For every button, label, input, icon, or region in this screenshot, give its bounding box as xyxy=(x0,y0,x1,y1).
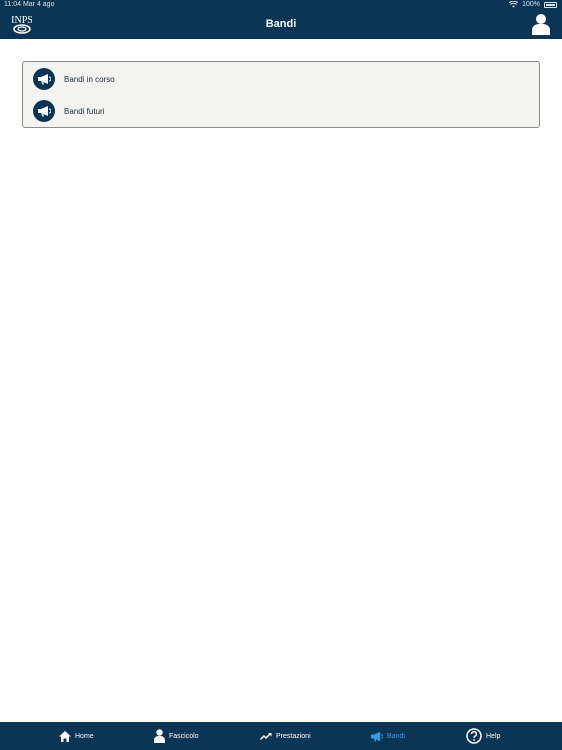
user-button[interactable] xyxy=(532,13,550,35)
page-title: Bandi xyxy=(265,18,297,30)
menu-item-label: Bandi futuri xyxy=(64,106,105,116)
tab-label: Fascicolo xyxy=(169,732,199,740)
status-date: Mar 4 ago xyxy=(22,1,55,8)
megaphone-icon xyxy=(33,100,55,122)
home-icon xyxy=(59,730,71,742)
tab-help[interactable]: Help xyxy=(466,722,500,750)
tab-prestazioni[interactable]: Prestazioni xyxy=(260,722,311,750)
menu-item-bandi-in-corso[interactable]: Bandi in corso xyxy=(33,67,115,91)
wifi-icon xyxy=(509,1,519,8)
battery-icon xyxy=(544,1,557,8)
menu-item-bandi-futuri[interactable]: Bandi futuri xyxy=(33,99,104,123)
status-time-date: 11:04 Mar 4 ago xyxy=(4,1,54,8)
bandi-menu-card: Bandi in corso Bandi futuri xyxy=(22,61,540,128)
menu-item-label: Bandi in corso xyxy=(64,74,115,84)
help-icon xyxy=(466,728,482,744)
user-icon xyxy=(532,14,550,35)
screen: 11:04 Mar 4 ago 100% INPS Bandi Bandi in… xyxy=(0,0,562,750)
trend-icon xyxy=(260,733,272,740)
top-bar: 11:04 Mar 4 ago 100% INPS Bandi xyxy=(0,0,562,39)
status-right: 100% xyxy=(509,1,557,8)
tab-bar: Home Fascicolo Prestazioni Bandi Help xyxy=(0,722,562,750)
tab-bandi[interactable]: Bandi xyxy=(370,722,405,750)
megaphone-icon xyxy=(33,68,55,90)
tab-label: Help xyxy=(486,732,501,740)
tab-label: Bandi xyxy=(387,732,405,740)
tab-label: Home xyxy=(75,732,94,740)
tab-fascicolo[interactable]: Fascicolo xyxy=(154,722,199,750)
tab-home[interactable]: Home xyxy=(59,722,94,750)
megaphone-icon xyxy=(371,731,383,742)
person-icon xyxy=(154,729,165,743)
status-time: 11:04 xyxy=(4,1,21,8)
battery-percent: 100% xyxy=(522,1,540,8)
tab-label: Prestazioni xyxy=(276,732,311,740)
